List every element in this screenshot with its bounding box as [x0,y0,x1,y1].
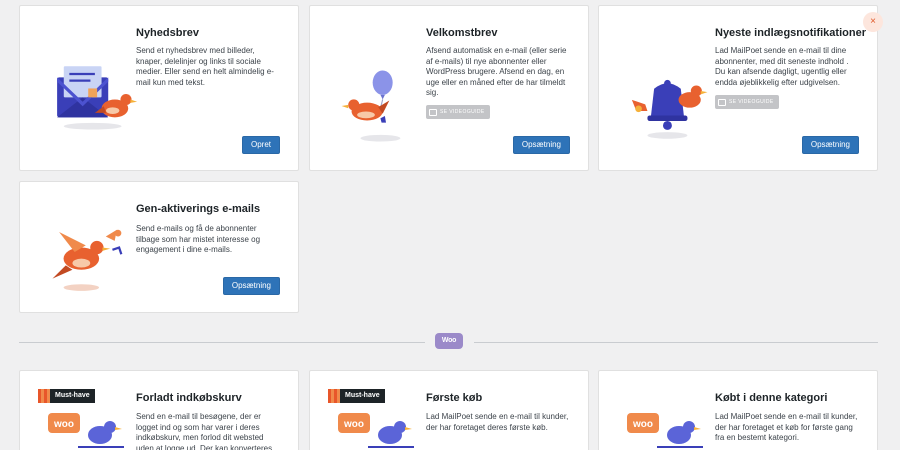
svg-text:woo: woo [343,419,364,430]
card-description: Lad MailPoet sende en e-mail til dine ab… [715,46,849,87]
must-have-badge: Must-have [38,389,95,403]
must-have-badge: Must-have [328,389,385,403]
welcome-email-card: Velkomstbrev Afsend automatisk en e-mail… [309,5,589,171]
setup-welcome-button[interactable]: Opsætning [512,136,570,154]
badge-stripe [38,389,50,403]
card-title: Nyhedsbrev [136,27,199,39]
video-guide-button[interactable]: Se videoguide [715,95,779,109]
card-title: Forladt indkøbskurv [136,392,242,404]
video-icon [429,108,437,116]
card-description: Lad MailPoet sende en e-mail til kunder,… [715,412,858,442]
bird-bell-icon [631,79,708,139]
card-title: Nyeste indlægsnotifikationer [715,27,866,39]
card-description: Send e-mails og få de abonnenter tilbage… [136,224,261,254]
woo-bird-icon: woo [48,413,124,448]
card-description: Send et nyhedsbrev med billeder, knaper,… [136,46,274,87]
setup-notifications-button[interactable]: Opsætning [801,136,859,154]
section-divider-right [474,342,878,343]
svg-text:woo: woo [53,419,74,430]
create-newsletter-button[interactable]: Opret [241,136,280,154]
first-purchase-card: Must-have woo Første køb Lad MailPoet se… [309,370,589,450]
card-title: Første køb [426,392,483,404]
re-engagement-card: Gen-aktiverings e-mails Send e-mails og … [19,181,299,313]
woo-bird-icon: woo [338,413,414,448]
birds-flying-icon [52,229,123,291]
card-title: Velkomstbrev [426,27,498,39]
envelope-bird-icon [57,66,138,130]
close-icon[interactable]: × [863,12,883,32]
video-guide-button[interactable]: Se videoguide [426,105,490,119]
must-have-label: Must-have [340,389,385,403]
video-guide-label: Se videoguide [729,99,774,105]
woocommerce-logo-icon: Woo [435,333,463,349]
abandoned-cart-card: Must-have woo Forladt indkøbskurv Send e… [19,370,299,450]
badge-stripe [328,389,340,403]
card-title: Gen-aktiverings e-mails [136,203,261,215]
video-icon [718,98,726,106]
section-divider-left [19,342,425,343]
svg-text:woo: woo [632,419,653,430]
card-description: Send en e-mail til besøgene, der er logg… [136,412,273,450]
card-title: Købt i denne kategori [715,392,828,404]
card-description: Afsend automatisk en e-mail (eller serie… [426,46,567,97]
post-notifications-card: Nyeste indlægsnotifikationer Lad MailPoe… [598,5,883,171]
video-guide-label: Se videoguide [440,109,485,115]
card-description: Lad MailPoet sende en e-mail til kunder,… [426,412,569,432]
newsletter-card: Nyhedsbrev Send et nyhedsbrev med billed… [19,5,299,171]
woo-bird-icon: woo [627,413,703,448]
purchased-in-category-card: woo Købt i denne kategori Lad MailPoet s… [598,370,878,450]
must-have-label: Must-have [50,389,95,403]
bird-balloon-icon [341,70,401,142]
setup-reengagement-button[interactable]: Opsætning [222,277,280,295]
